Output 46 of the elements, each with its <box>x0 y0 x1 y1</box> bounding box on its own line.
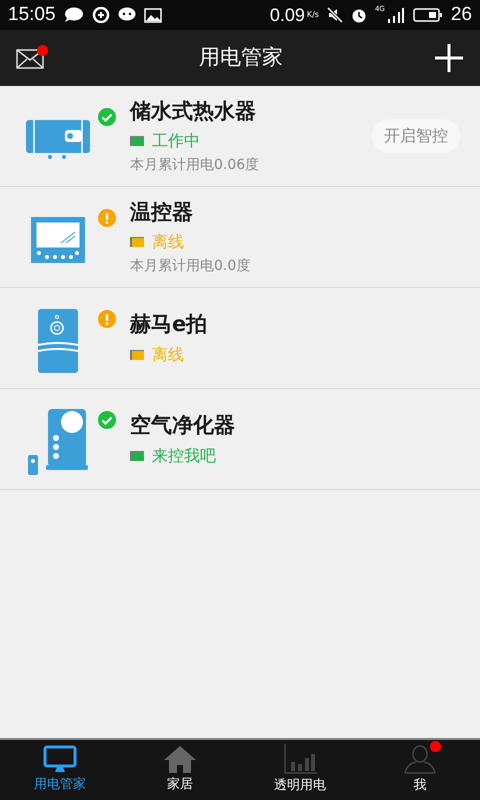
device-row[interactable]: 储水式热水器 工作中 本月累计用电0.06度 开启智控 <box>0 86 480 187</box>
device-status: 工作中 <box>152 130 200 152</box>
thermostat-icon <box>31 217 85 263</box>
device-name: 赫马e拍 <box>130 311 208 338</box>
device-row[interactable]: 温控器 离线 本月累计用电0.0度 <box>0 187 480 288</box>
device-status: 离线 <box>152 231 184 254</box>
nav-tab[interactable]: 透明用电 <box>240 740 360 800</box>
signal-icon <box>386 7 405 23</box>
air-purifier-icon <box>28 409 88 475</box>
warning-badge-icon <box>98 310 116 328</box>
add-button[interactable] <box>434 43 464 73</box>
person-icon <box>403 744 437 774</box>
check-badge-icon <box>98 411 116 429</box>
check-badge-icon <box>98 108 116 126</box>
chat-bubble-icon <box>64 7 84 23</box>
monthly-usage: 本月累计用电0.0度 <box>130 257 252 276</box>
device-row[interactable]: 赫马e拍 离线 <box>0 288 480 389</box>
monitor-icon <box>43 745 77 774</box>
device-row[interactable]: 空气净化器 来控我吧 <box>0 389 480 490</box>
water-heater-icon <box>25 118 91 160</box>
home-icon <box>163 745 197 774</box>
device-status: 离线 <box>152 344 184 366</box>
mail-icon <box>16 47 46 69</box>
clock-time: 15:05 <box>8 2 56 27</box>
monthly-usage: 本月累计用电0.06度 <box>130 156 260 176</box>
nav-tab[interactable]: 家居 <box>120 740 240 800</box>
battery-level: 26 <box>450 2 472 27</box>
device-name: 空气净化器 <box>130 412 236 440</box>
device-name: 温控器 <box>130 198 194 226</box>
battery-icon <box>412 7 443 23</box>
chat-bubble-icon <box>118 7 136 23</box>
add-icon <box>435 44 463 72</box>
header-title: 用电管家 <box>199 44 283 72</box>
warning-badge-icon <box>98 209 116 227</box>
nav-tab[interactable]: 我 <box>360 740 480 800</box>
alarm-icon <box>350 7 367 23</box>
camera-device-icon <box>38 309 78 373</box>
speed-unit: K/s <box>306 9 319 21</box>
mail-button[interactable] <box>16 45 48 71</box>
mute-icon <box>326 7 343 23</box>
nav-tab[interactable]: 用电管家 <box>0 740 120 800</box>
network-speed: 0.09 <box>270 4 305 26</box>
device-name: 储水式热水器 <box>130 98 257 125</box>
bar-chart-icon <box>283 744 317 774</box>
device-status: 来控我吧 <box>152 444 216 467</box>
image-icon <box>144 8 162 22</box>
